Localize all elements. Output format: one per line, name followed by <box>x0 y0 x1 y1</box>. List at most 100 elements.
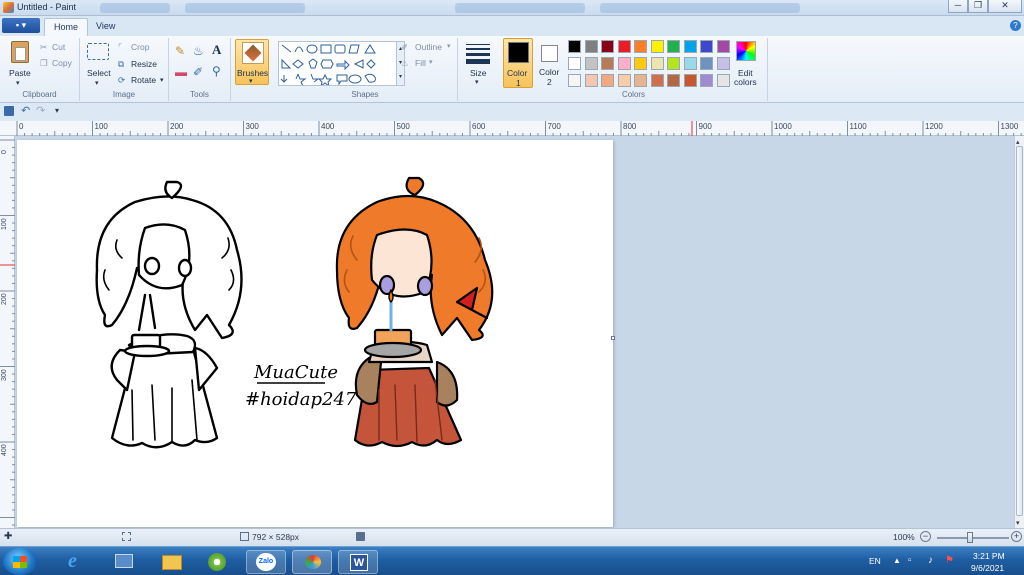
palette-swatch[interactable] <box>568 74 581 87</box>
customize-toolbar-icon[interactable]: ▾ <box>55 106 59 115</box>
rotate-dropdown-icon[interactable]: ▾ <box>160 76 164 84</box>
palette-swatch[interactable] <box>617 40 631 53</box>
edit-colors-label-2[interactable]: colors <box>734 77 757 87</box>
palette-swatch[interactable] <box>716 57 730 70</box>
network-icon[interactable]: ▫ <box>908 555 912 566</box>
palette-swatch[interactable] <box>568 40 581 53</box>
brushes-button[interactable]: Brushes ▾ <box>235 39 269 85</box>
palette-swatch[interactable] <box>716 74 730 87</box>
eraser-icon[interactable]: ▬ <box>175 65 187 79</box>
help-icon[interactable]: ? <box>1010 20 1021 31</box>
palette-swatch[interactable] <box>584 57 598 70</box>
file-explorer-icon[interactable] <box>152 550 192 574</box>
redo-icon[interactable]: ↷ <box>36 104 45 117</box>
palette-swatch[interactable] <box>634 40 647 53</box>
save-icon[interactable] <box>4 106 14 116</box>
text-tool-icon[interactable]: A <box>212 42 221 58</box>
palette-swatch[interactable] <box>700 57 713 70</box>
undo-icon[interactable]: ↶ <box>21 104 30 117</box>
palette-swatch[interactable] <box>634 74 647 87</box>
zoom-in-button[interactable]: + <box>1011 531 1022 542</box>
file-menu-button[interactable]: ▪ ▾ <box>2 18 40 33</box>
edit-colors-icon[interactable] <box>736 41 756 61</box>
paste-icon[interactable] <box>11 41 29 63</box>
color-picker-icon[interactable]: ✐ <box>193 65 203 79</box>
size-button[interactable]: Size <box>470 68 487 78</box>
resize-button[interactable]: Resize <box>131 59 157 69</box>
palette-swatch[interactable] <box>683 74 697 87</box>
minimize-button[interactable]: ─ <box>948 0 968 13</box>
palette-swatch[interactable] <box>650 40 664 53</box>
canvas-resize-handle[interactable] <box>611 336 615 340</box>
clock-time[interactable]: 3:21 PM <box>973 551 1005 561</box>
palette-swatch[interactable] <box>667 57 680 70</box>
palette-swatch[interactable] <box>700 40 713 53</box>
shapes-gallery[interactable] <box>278 41 397 88</box>
show-hidden-icons[interactable]: ▲ <box>893 556 901 565</box>
fill-dropdown-icon[interactable]: ▾ <box>429 58 433 66</box>
palette-swatch[interactable] <box>617 57 631 70</box>
palette-swatch[interactable] <box>601 40 614 53</box>
palette-swatch[interactable] <box>667 40 680 53</box>
palette-swatch[interactable] <box>700 74 713 87</box>
color2-button[interactable]: Color 2 <box>536 38 564 88</box>
outline-dropdown-icon[interactable]: ▾ <box>447 42 451 50</box>
internet-explorer-icon[interactable]: e <box>58 550 98 574</box>
palette-swatch[interactable] <box>716 40 730 53</box>
palette-swatch[interactable] <box>683 40 697 53</box>
palette-swatch[interactable] <box>568 57 581 70</box>
vertical-scrollbar[interactable]: ▴ ▾ <box>1014 136 1024 528</box>
palette-swatch[interactable] <box>650 57 664 70</box>
palette-swatch[interactable] <box>683 57 697 70</box>
select-dropdown-icon[interactable]: ▾ <box>95 79 99 87</box>
computer-icon[interactable] <box>104 550 144 574</box>
palette-swatch[interactable] <box>584 40 598 53</box>
drawing-canvas[interactable]: MuaCute #hoidap247 <box>17 140 615 527</box>
size-icon[interactable] <box>466 44 490 64</box>
rotate-button[interactable]: Rotate <box>131 75 156 85</box>
zalo-icon[interactable]: Zalo <box>246 550 286 574</box>
palette-swatch[interactable] <box>584 74 598 87</box>
crop-button[interactable]: Crop <box>131 42 149 52</box>
pencil-icon[interactable]: ✎ <box>175 44 185 58</box>
zoom-slider-thumb[interactable] <box>967 532 973 543</box>
magnifier-icon[interactable]: ⚲ <box>212 64 221 78</box>
close-button[interactable]: ✕ <box>988 0 1022 13</box>
sketch-girl-outline <box>95 180 243 449</box>
maximize-button[interactable]: ❐ <box>968 0 988 13</box>
browser-icon[interactable] <box>197 550 237 574</box>
zoom-slider[interactable] <box>937 537 1009 539</box>
palette-swatch[interactable] <box>667 74 680 87</box>
fill-bucket-icon[interactable]: ♨ <box>193 44 204 58</box>
scroll-down-icon[interactable]: ▾ <box>1016 519 1020 527</box>
outline-button[interactable]: Outline <box>415 42 442 52</box>
notification-icon[interactable]: ⚑ <box>945 555 954 566</box>
language-indicator[interactable]: EN <box>869 556 881 566</box>
select-button[interactable]: Select <box>87 68 111 78</box>
paste-button[interactable]: Paste <box>9 68 31 78</box>
word-icon[interactable]: W <box>338 550 378 574</box>
copy-button[interactable]: Copy <box>52 58 72 68</box>
tab-home[interactable]: Home <box>44 18 89 36</box>
palette-swatch[interactable] <box>634 57 647 70</box>
select-icon[interactable] <box>87 43 109 60</box>
scroll-up-icon[interactable]: ▴ <box>1016 138 1020 146</box>
paint-taskbar-icon[interactable] <box>292 550 332 574</box>
cut-button[interactable]: Cut <box>52 42 65 52</box>
size-dropdown-icon[interactable]: ▾ <box>475 78 479 86</box>
color1-button[interactable]: Color 1 <box>503 38 533 88</box>
zoom-out-button[interactable]: − <box>920 531 931 542</box>
fill-button[interactable]: Fill <box>415 58 426 68</box>
start-button[interactable] <box>3 548 37 575</box>
palette-swatch[interactable] <box>650 74 664 87</box>
scrollbar-thumb[interactable] <box>1016 146 1023 516</box>
ribbon: Paste ▾ ✂ Cut ❐ Copy Clipboard Select ▾ … <box>0 36 1024 103</box>
palette-swatch[interactable] <box>601 74 614 87</box>
palette-swatch[interactable] <box>601 57 614 70</box>
shapes-icons[interactable] <box>279 42 396 88</box>
clock-date[interactable]: 9/6/2021 <box>971 563 1004 573</box>
volume-icon[interactable]: ♪ <box>928 555 933 566</box>
paste-dropdown-icon[interactable]: ▾ <box>16 79 20 87</box>
palette-swatch[interactable] <box>617 74 631 87</box>
tab-view[interactable]: View <box>87 18 124 36</box>
